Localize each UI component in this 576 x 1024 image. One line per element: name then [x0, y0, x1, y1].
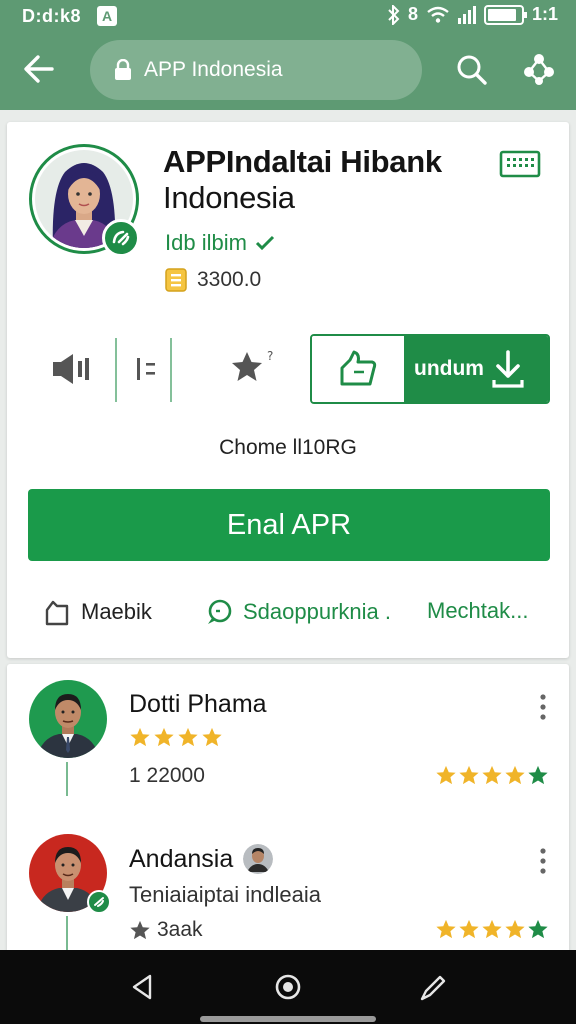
status-right-text: 1:1 — [531, 4, 558, 24]
bookmark-icon — [45, 600, 69, 626]
developer-label: Idb ilbim — [165, 230, 247, 255]
star-icon — [178, 727, 198, 747]
star-icon — [505, 765, 525, 785]
reviewer-avatar[interactable] — [29, 834, 111, 914]
verified-badge-icon — [102, 219, 140, 257]
back-arrow-icon[interactable] — [22, 52, 56, 86]
review-item: Dotti Phama 1 22000 — [7, 678, 569, 828]
review-item: Andansia Teniaiaiptai indleaia 3aak — [7, 832, 569, 954]
star-icon — [528, 919, 548, 939]
star-rating-icon[interactable]: ? — [229, 346, 281, 390]
nav-back-icon[interactable] — [128, 972, 158, 1002]
action-row: ? undum — [7, 332, 569, 404]
star-icon — [505, 919, 525, 939]
status-bar: D:d:k8 A 8 1:1 — [0, 0, 576, 34]
verified-badge-icon — [87, 890, 111, 914]
star-icon — [436, 765, 456, 785]
star-icon — [528, 765, 548, 785]
review-text: Teniaiaiptai indleaia — [129, 882, 322, 907]
link-maebik[interactable]: Maebik — [43, 598, 152, 626]
status-number: 8 — [407, 4, 418, 24]
link-label: Sdaoppurknia . — [243, 599, 391, 624]
share-icon[interactable] — [522, 52, 556, 86]
wishlist-section[interactable] — [312, 336, 404, 402]
star-icon — [436, 919, 456, 939]
reviewer-name: Dotti Phama — [129, 690, 267, 719]
chat-icon — [208, 599, 232, 624]
lock-icon — [115, 59, 131, 80]
review-count: 1 22000 — [129, 764, 205, 787]
download-icon — [492, 350, 524, 388]
star-icon — [202, 727, 222, 747]
app-title-line1: APPIndaltai Hibank — [163, 144, 442, 179]
wifi-icon — [427, 6, 449, 23]
thread-line — [66, 916, 68, 950]
list-icon[interactable] — [135, 354, 165, 384]
price-value: 3300.0 — [197, 268, 262, 291]
coin-icon — [165, 268, 187, 292]
nav-home-icon[interactable] — [273, 972, 303, 1002]
search-text: APP Indonesia — [144, 58, 283, 81]
star-icon — [482, 919, 502, 939]
developer-avatar — [29, 144, 140, 257]
mini-avatar-icon — [243, 844, 274, 874]
install-label: undum — [414, 357, 484, 380]
system-nav-bar — [0, 950, 576, 1024]
reviewer-avatar[interactable] — [29, 680, 107, 758]
separator — [170, 338, 172, 402]
review-meta-text: 3aak — [157, 918, 203, 941]
speaker-icon[interactable] — [51, 352, 91, 386]
separator — [115, 338, 117, 402]
checkmark-icon — [255, 235, 274, 251]
gesture-pill[interactable] — [200, 1016, 376, 1022]
status-icons: 8 1:1 — [388, 4, 558, 25]
more-options-icon[interactable] — [537, 846, 549, 876]
star-icon — [482, 765, 502, 785]
reviewer-name: Andansia — [129, 844, 274, 874]
review-meta: 3aak — [129, 918, 203, 942]
primary-action-button[interactable]: Enal APR — [28, 489, 550, 561]
install-button[interactable]: undum — [310, 334, 550, 404]
link-label: Mechtak... — [427, 598, 529, 623]
status-time: D:d:k8 — [22, 6, 82, 26]
channel-label: Chome ll10RG — [219, 436, 357, 459]
reviews-card: Dotti Phama 1 22000 Andansia Teniaiaipta… — [7, 664, 569, 954]
svg-text:?: ? — [267, 349, 273, 363]
star-icon — [130, 920, 150, 940]
app-links: Maebik Sdaoppurknia . Mechtak... — [7, 592, 569, 632]
signal-icon — [457, 5, 476, 24]
reviewer-rating-top — [129, 726, 223, 748]
price-info: 3300.0 — [165, 268, 261, 292]
man-portrait-icon — [29, 680, 107, 758]
app-title: APPIndaltai Hibank Indonesia — [163, 144, 493, 216]
link-support[interactable]: Sdaoppurknia . — [205, 598, 391, 626]
reviewer-name-text: Andansia — [129, 844, 234, 873]
keyboard-icon[interactable] — [499, 150, 541, 178]
developer-name[interactable]: Idb ilbim — [165, 230, 275, 256]
star-icon — [459, 919, 479, 939]
star-icon — [459, 765, 479, 785]
search-icon[interactable] — [456, 54, 488, 86]
top-app-bar: D:d:k8 A 8 1:1 APP Indonesia — [0, 0, 576, 110]
search-bar[interactable]: APP Indonesia — [90, 40, 422, 100]
reviewer-name-text: Dotti Phama — [129, 690, 267, 718]
thread-line — [66, 762, 68, 796]
battery-icon — [483, 4, 527, 25]
link-more[interactable]: Mechtak... — [427, 598, 528, 624]
notification-icon: A — [97, 6, 117, 26]
bluetooth-icon — [388, 4, 400, 25]
bookmark-hand-icon — [340, 350, 377, 386]
link-label: Maebik — [81, 599, 152, 624]
app-title-line2: Indonesia — [163, 180, 295, 215]
app-info-card: APPIndaltai Hibank Indonesia Idb ilbim 3… — [7, 122, 569, 658]
nav-pen-icon[interactable] — [418, 972, 448, 1002]
review-rating — [435, 764, 549, 786]
star-icon — [154, 727, 174, 747]
review-rating — [435, 918, 549, 940]
install-section[interactable]: undum — [404, 336, 548, 402]
star-icon — [130, 727, 150, 747]
more-options-icon[interactable] — [537, 692, 549, 722]
